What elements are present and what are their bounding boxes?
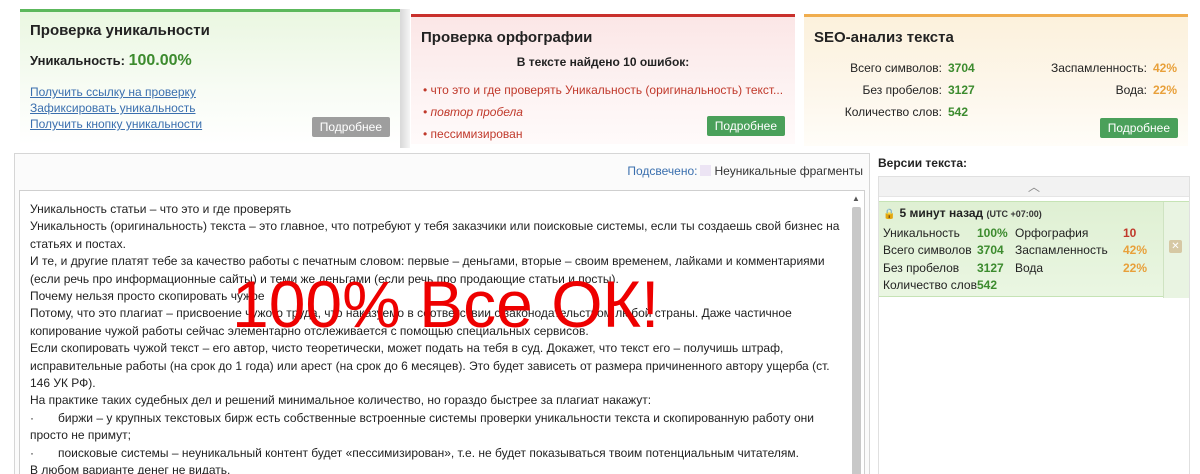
seo-value: 22% bbox=[1153, 83, 1178, 97]
highlight-link[interactable]: Подсвечено: bbox=[627, 164, 697, 178]
version-time: 5 минут назад bbox=[899, 206, 984, 220]
seo-row: Всего символов: 3704 Заспамленность: 42% bbox=[838, 57, 1193, 79]
uniqueness-more-button[interactable]: Подробнее bbox=[311, 117, 390, 137]
version-item[interactable]: 🔒 5 минут назад (UTC +07:00) Уникальность… bbox=[879, 201, 1189, 298]
editor-bullet: · поисковые системы – неуникальный контен… bbox=[30, 445, 846, 462]
seo-row: Без пробелов: 3127 Вода: 22% bbox=[838, 79, 1193, 101]
version-label: Вода bbox=[1015, 260, 1044, 275]
seo-panel: SEO-анализ текста Всего символов: 3704 З… bbox=[804, 14, 1188, 146]
seo-label: Без пробелов: bbox=[862, 83, 943, 97]
overlay-caption: 100% Все ОК! bbox=[232, 267, 660, 341]
highlight-legend: Подсвечено: Неуникальные фрагменты bbox=[627, 164, 863, 178]
seo-label: Заспамленность: bbox=[1050, 61, 1147, 75]
editor-paragraph: Уникальность статьи – что это и где пров… bbox=[30, 202, 292, 216]
versions-panel: ︿ 🔒 5 минут назад (UTC +07:00) Уникальнос… bbox=[878, 176, 1190, 474]
version-row: Всего символов 3704 Заспамленность 42% bbox=[883, 242, 1153, 260]
spelling-panel: Проверка орфографии В тексте найдено 10 … bbox=[411, 14, 795, 144]
seo-stats: Всего символов: 3704 Заспамленность: 42%… bbox=[838, 57, 1193, 123]
version-label: Всего символов bbox=[883, 243, 972, 258]
version-label: Заспамленность bbox=[1015, 243, 1108, 258]
close-icon[interactable]: ✕ bbox=[1169, 240, 1182, 253]
version-label: Орфография bbox=[1015, 225, 1089, 240]
chevron-up-icon: ︿ bbox=[1027, 180, 1040, 194]
editor-bullet: · биржи – у крупных текстовых бирж есть с… bbox=[30, 410, 846, 445]
version-side: ✕ bbox=[1163, 202, 1189, 298]
fix-uniqueness-link[interactable]: Зафиксировать уникальность bbox=[30, 100, 202, 116]
seo-more-button[interactable]: Подробнее bbox=[1099, 118, 1178, 138]
get-uniqueness-button-link[interactable]: Получить кнопку уникальности bbox=[30, 116, 202, 132]
highlight-swatch bbox=[700, 165, 712, 176]
spelling-more-button[interactable]: Подробнее bbox=[706, 116, 785, 136]
version-header: 🔒 5 минут назад (UTC +07:00) bbox=[883, 206, 1042, 220]
editor-paragraph: В любом варианте денег не видать. bbox=[30, 463, 231, 474]
version-value: 10 bbox=[1123, 225, 1137, 240]
seo-value: 3127 bbox=[948, 83, 975, 97]
uniqueness-panel: Проверка уникальности Уникальность: 100.… bbox=[20, 9, 410, 148]
editor-paragraph: Если скопировать чужой текст – его автор… bbox=[30, 341, 830, 391]
get-check-link[interactable]: Получить ссылку на проверку bbox=[30, 84, 202, 100]
version-stats: Уникальность 100% Орфография 10 Всего си… bbox=[883, 224, 1153, 294]
seo-label: Всего символов: bbox=[850, 61, 942, 75]
version-label: Без пробелов bbox=[883, 260, 960, 275]
versions-scroll-up[interactable]: ︿ bbox=[879, 177, 1189, 197]
seo-title: SEO-анализ текста bbox=[814, 29, 954, 46]
bullet-text: биржи – у крупных текстовых бирж есть со… bbox=[30, 410, 814, 443]
seo-label: Количество слов: bbox=[844, 105, 942, 119]
uniqueness-label: Уникальность: bbox=[30, 53, 125, 68]
uniqueness-title: Проверка уникальности bbox=[30, 22, 210, 39]
seo-label: Вода: bbox=[1115, 83, 1147, 97]
version-value: 3127 bbox=[977, 260, 1004, 275]
seo-value: 3704 bbox=[948, 61, 975, 75]
bullet-mark: · bbox=[30, 445, 34, 460]
version-row: Без пробелов 3127 Вода 22% bbox=[883, 259, 1153, 277]
version-row: Уникальность 100% Орфография 10 bbox=[883, 224, 1153, 242]
seo-value: 542 bbox=[948, 105, 969, 119]
scroll-up-arrow-icon[interactable]: ▲ bbox=[852, 195, 860, 203]
uniqueness-line: Уникальность: 100.00% bbox=[30, 52, 192, 70]
version-value: 100% bbox=[977, 225, 1008, 240]
version-value: 3704 bbox=[977, 243, 1004, 258]
lock-icon: 🔒 bbox=[883, 209, 896, 220]
versions-title: Версии текста: bbox=[878, 156, 968, 170]
version-label: Количество слов bbox=[883, 278, 977, 293]
version-timezone: (UTC +07:00) bbox=[986, 209, 1042, 219]
version-label: Уникальность bbox=[883, 225, 960, 240]
uniqueness-value: 100.00% bbox=[128, 52, 192, 69]
version-value: 22% bbox=[1123, 260, 1148, 275]
editor-paragraph: На практике таких судебных дел и решений… bbox=[30, 393, 652, 408]
version-value: 542 bbox=[977, 278, 998, 293]
version-row: Количество слов 542 bbox=[883, 277, 1153, 295]
seo-value: 42% bbox=[1153, 61, 1178, 75]
spelling-error-item[interactable]: что это и где проверять Уникальность (ор… bbox=[423, 79, 784, 101]
editor-scrollbar[interactable] bbox=[852, 207, 861, 474]
spelling-title: Проверка орфографии bbox=[421, 29, 593, 46]
uniqueness-links: Получить ссылку на проверку Зафиксироват… bbox=[30, 84, 202, 132]
spelling-count: В тексте найдено 10 ошибок: bbox=[516, 55, 690, 69]
bullet-mark: · bbox=[30, 410, 34, 425]
bullet-text: поисковые системы – неуникальный контент… bbox=[58, 445, 799, 460]
version-value: 42% bbox=[1123, 243, 1148, 258]
editor-paragraph: Уникальность (оригинальность) текста – э… bbox=[30, 219, 840, 251]
highlight-legend-text: Неуникальные фрагменты bbox=[714, 164, 863, 178]
